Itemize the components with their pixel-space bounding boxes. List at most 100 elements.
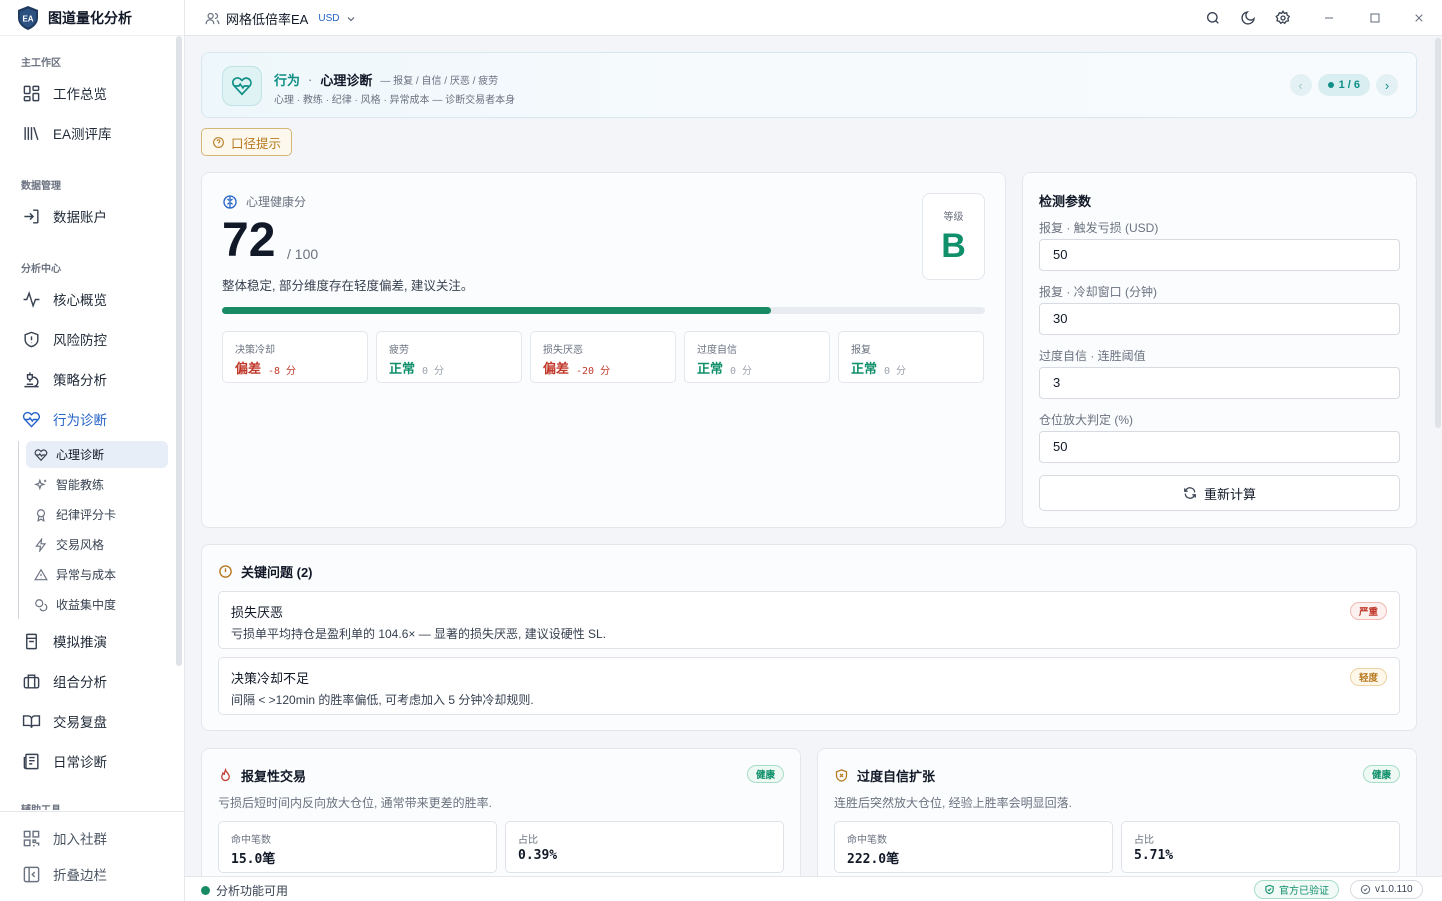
sidebar-item-ea-library[interactable]: EA测评库 (0, 116, 175, 150)
issue-title: 决策冷却不足 (231, 671, 310, 686)
param-label: 仓位放大判定 (%) (1039, 413, 1133, 427)
status-dot (201, 886, 210, 895)
sidebar-item-label: 交易复盘 (53, 715, 107, 730)
win-streak-input[interactable]: 3 (1039, 367, 1400, 399)
subitem-anomaly-cost[interactable]: 异常与成本 (26, 561, 168, 588)
metric-status: 偏差 (235, 361, 262, 376)
svg-text:EA: EA (22, 14, 33, 23)
metric-delta: -8 分 (268, 366, 297, 377)
search-icon[interactable] (1205, 10, 1221, 26)
subitem-style[interactable]: 交易风格 (26, 531, 168, 558)
recalculate-label: 重新计算 (1203, 486, 1256, 502)
sidebar-collapse-icon (23, 866, 40, 882)
health-badge: 健康 (746, 765, 784, 783)
stat-label: 占比 (1134, 835, 1154, 846)
hint-button[interactable]: 口径提示 (201, 128, 293, 156)
version-badge[interactable]: v1.0.110 (1350, 880, 1423, 899)
page-pager: ‹ 1 / 6 › (1289, 74, 1398, 96)
sidebar-item-behavior[interactable]: 行为诊断 (0, 402, 175, 436)
section-label-main: 主工作区 (21, 58, 61, 69)
subitem-label: 心理诊断 (56, 448, 105, 462)
sidebar-item-label: 组合分析 (53, 675, 107, 690)
flask-icon (26, 633, 37, 649)
health-badge: 健康 (1362, 765, 1400, 783)
version-text: v1.0.110 (1375, 884, 1413, 895)
close-icon[interactable] (1411, 10, 1427, 26)
sidebar-item-label: 核心概览 (53, 293, 107, 308)
metric-status: 偏差 (543, 361, 570, 376)
sidebar-item-label: EA测评库 (53, 127, 112, 142)
score-label-row: 心理健康分 (222, 193, 306, 210)
sidebar-item-core-overview[interactable]: 核心概览 (0, 282, 175, 316)
account-name: 网格低倍率EA (226, 12, 309, 27)
header-separator: · (308, 72, 313, 87)
subitem-concentration[interactable]: 收益集中度 (26, 591, 168, 618)
metric-delta: -20 分 (576, 366, 611, 377)
issue-description: 间隔 < >120min 的胜率偏低, 可考虑加入 5 分钟冷却规则. (231, 693, 534, 707)
sidebar-item-label: 行为诊断 (53, 413, 107, 428)
header-icon-box (222, 66, 262, 106)
prev-page-button[interactable]: ‹ (1289, 74, 1312, 96)
sidebar-item-risk-control[interactable]: 风险防控 (0, 322, 175, 356)
zap-icon (35, 537, 47, 552)
activity-icon (23, 290, 40, 308)
score-description: 整体稳定, 部分维度存在轻度偏差, 建议关注。 (222, 279, 474, 293)
sidebar-item-portfolio[interactable]: 组合分析 (0, 664, 175, 698)
severity-badge: 轻度 (1349, 668, 1387, 686)
issue-description: 亏损单平均持仓是盈利单的 104.6× — 显著的损失厌恶, 建议设硬性 SL. (231, 627, 607, 641)
stat-value: 222.0笔 (847, 852, 900, 867)
grade-value: B (941, 227, 966, 265)
sidebar-item-daily[interactable]: 日常诊断 (0, 744, 175, 778)
moon-icon[interactable] (1240, 10, 1256, 26)
maximize-icon[interactable] (1367, 10, 1383, 26)
issue-item[interactable]: 决策冷却不足 间隔 < >120min 的胜率偏低, 可考虑加入 5 分钟冷却规… (218, 657, 1400, 715)
book-icon (22, 714, 41, 728)
verified-badge[interactable]: 官方已验证 (1254, 880, 1339, 899)
metric-delta: 0 分 (730, 366, 753, 377)
main-scrollbar[interactable] (1435, 38, 1441, 428)
recalculate-button[interactable]: 重新计算 (1039, 475, 1400, 511)
minimize-icon[interactable] (1321, 10, 1337, 26)
stat-box: 占比 0.39% (505, 821, 784, 873)
sidebar: EA 图道量化分析 主工作区 工作总览 EA测评库 数据管理 数据账户 分析中心… (0, 0, 185, 901)
sidebar-item-simulation[interactable]: 模拟推演 (0, 624, 175, 658)
next-page-button[interactable]: › (1376, 74, 1398, 96)
metric-name: 报复 (851, 345, 871, 356)
collapse-sidebar-button[interactable]: 折叠边栏 (0, 857, 175, 891)
page-dot (1327, 82, 1334, 88)
heart-pulse-icon (22, 411, 40, 428)
revenge-loss-input[interactable]: 50 (1039, 239, 1400, 271)
collapse-sidebar-label: 折叠边栏 (53, 868, 107, 883)
sidebar-scrollbar[interactable] (176, 36, 182, 666)
issue-item[interactable]: 损失厌恶 亏损单平均持仓是盈利单的 104.6× — 显著的损失厌恶, 建议设硬… (218, 591, 1400, 649)
account-selector[interactable]: 网格低倍率EA USD (205, 9, 357, 28)
hint-label: 口径提示 (231, 136, 282, 151)
stat-label: 占比 (518, 835, 538, 846)
metric-status: 正常 (851, 361, 878, 376)
revenge-cooldown-input[interactable]: 30 (1039, 303, 1400, 335)
position-scale-input[interactable]: 50 (1039, 431, 1400, 463)
gear-icon[interactable] (1275, 10, 1291, 26)
shield-icon (24, 331, 39, 347)
app-name: 图道量化分析 (48, 9, 132, 26)
page-title: 心理诊断 (320, 73, 373, 88)
sidebar-item-overview[interactable]: 工作总览 (0, 76, 175, 110)
sidebar-item-label: 策略分析 (53, 373, 107, 388)
card-title: 报复性交易 (241, 769, 307, 784)
sidebar-item-strategy[interactable]: 策略分析 (0, 362, 175, 396)
subitem-discipline[interactable]: 纪律评分卡 (26, 501, 168, 528)
subitem-coach[interactable]: 智能教练 (26, 471, 168, 498)
score-progress-bar (222, 307, 985, 314)
metric-status: 正常 (697, 361, 724, 376)
subitem-psychology[interactable]: 心理诊断 (26, 441, 168, 468)
join-community-button[interactable]: 加入社群 (0, 821, 175, 855)
metric-card: 过度自信 正常 0 分 (684, 331, 830, 383)
subitem-label: 交易风格 (56, 538, 105, 552)
section-label-data: 数据管理 (21, 181, 61, 192)
library-icon (24, 126, 39, 140)
sidebar-item-data-account[interactable]: 数据账户 (0, 199, 175, 233)
help-circle-icon (213, 136, 224, 148)
heart-pulse-icon (34, 448, 48, 461)
join-community-label: 加入社群 (53, 832, 107, 847)
sidebar-item-review[interactable]: 交易复盘 (0, 704, 175, 738)
